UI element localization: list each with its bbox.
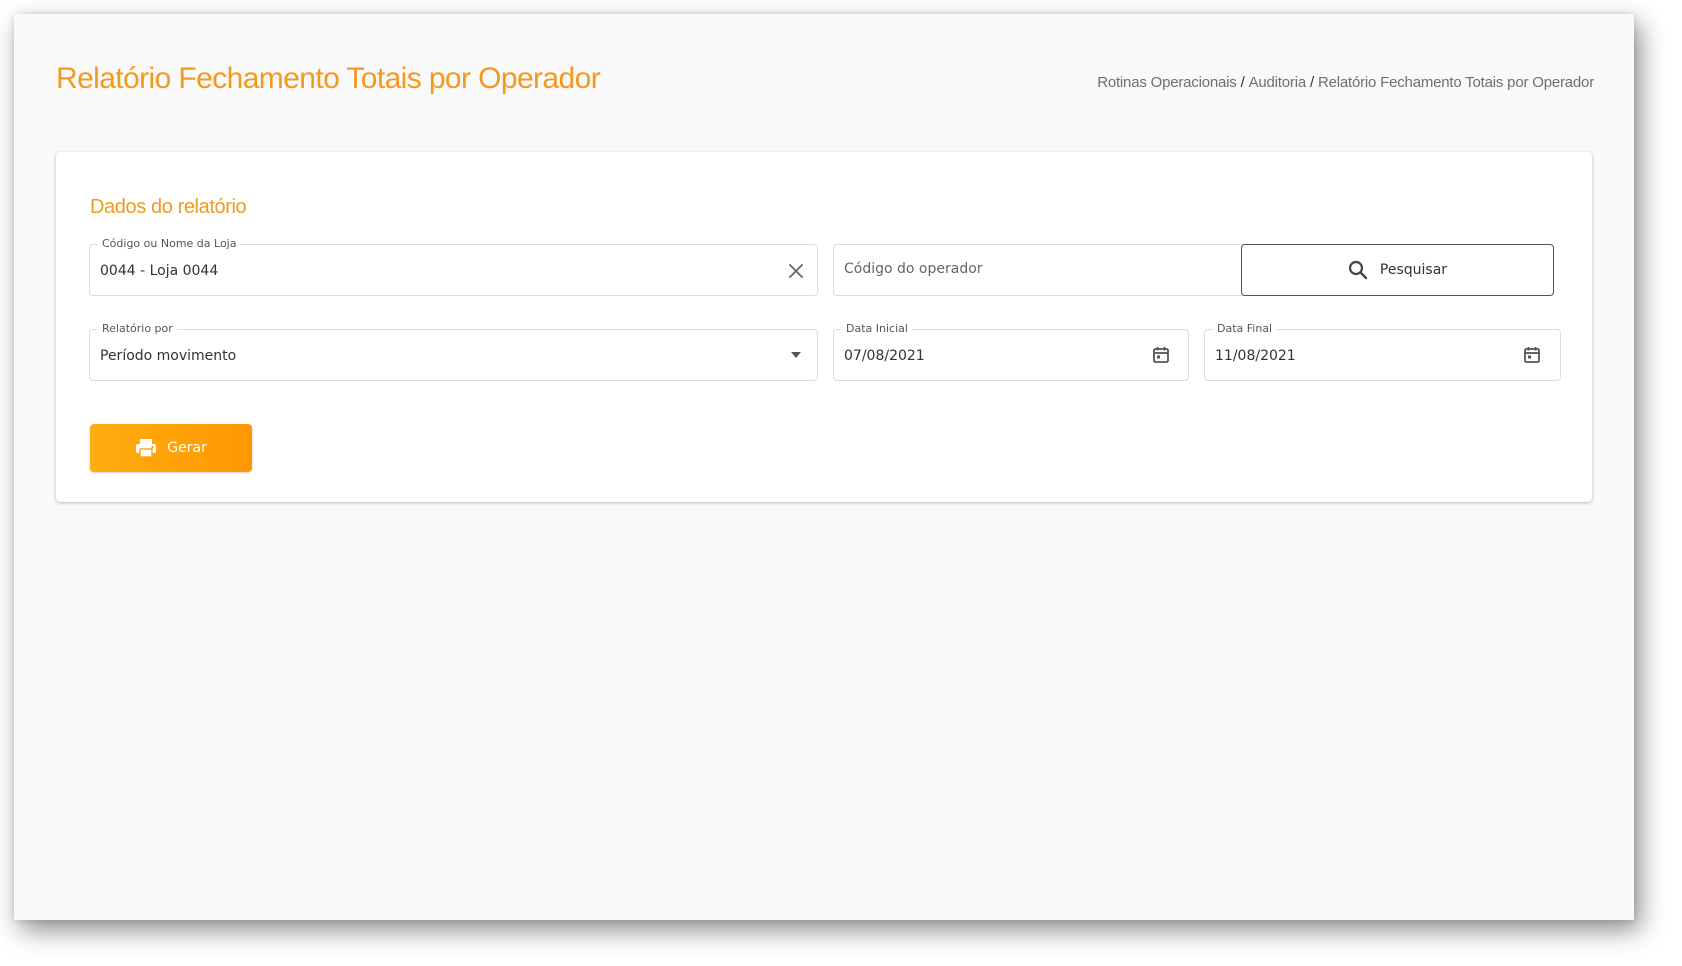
breadcrumb-item-auditoria[interactable]: Auditoria: [1249, 74, 1307, 91]
printer-icon: [136, 439, 157, 458]
chevron-down-icon[interactable]: [790, 351, 802, 359]
report-by-select[interactable]: Relatório por Período movimento: [89, 322, 818, 381]
breadcrumb-item-rotinas-operacionais[interactable]: Rotinas Operacionais: [1097, 74, 1237, 91]
end-date-field[interactable]: Data Final 11/08/2021: [1204, 322, 1561, 381]
app-window: Relatório Fechamento Totais por Operador…: [14, 14, 1634, 920]
report-by-label: Relatório por: [98, 322, 177, 336]
search-button-label: Pesquisar: [1379, 262, 1448, 278]
start-date-field[interactable]: Data Inicial 07/08/2021: [833, 322, 1189, 381]
report-form-card: Dados do relatório Código ou Nome da Loj…: [56, 152, 1592, 502]
store-field-label: Código ou Nome da Loja: [98, 237, 241, 251]
page-title: Relatório Fechamento Totais por Operador: [56, 62, 601, 95]
store-field[interactable]: Código ou Nome da Loja 0044 - Loja 0044: [89, 237, 818, 296]
report-by-value: Período movimento: [100, 348, 237, 364]
search-icon: [1348, 260, 1368, 280]
close-icon[interactable]: [787, 262, 805, 280]
breadcrumb-separator: /: [1240, 74, 1245, 91]
breadcrumb-separator: /: [1309, 74, 1314, 91]
end-date-value[interactable]: 11/08/2021: [1215, 348, 1296, 364]
operator-code-input[interactable]: [844, 261, 1144, 277]
generate-button-label: Gerar: [167, 440, 207, 456]
generate-button[interactable]: Gerar: [90, 424, 252, 472]
search-button[interactable]: Pesquisar: [1241, 244, 1554, 296]
end-date-label: Data Final: [1213, 322, 1277, 336]
start-date-label: Data Inicial: [842, 322, 912, 336]
start-date-value[interactable]: 07/08/2021: [844, 348, 925, 364]
calendar-icon[interactable]: [1152, 346, 1170, 364]
section-title: Dados do relatório: [90, 196, 247, 218]
store-field-value[interactable]: 0044 - Loja 0044: [100, 263, 218, 279]
breadcrumb: Rotinas Operacionais / Auditoria / Relatório…: [1097, 74, 1594, 91]
calendar-icon[interactable]: [1523, 346, 1541, 364]
operator-code-field[interactable]: [833, 244, 1245, 296]
breadcrumb-item-current: Relatório Fechamento Totais por Operador: [1317, 74, 1594, 91]
